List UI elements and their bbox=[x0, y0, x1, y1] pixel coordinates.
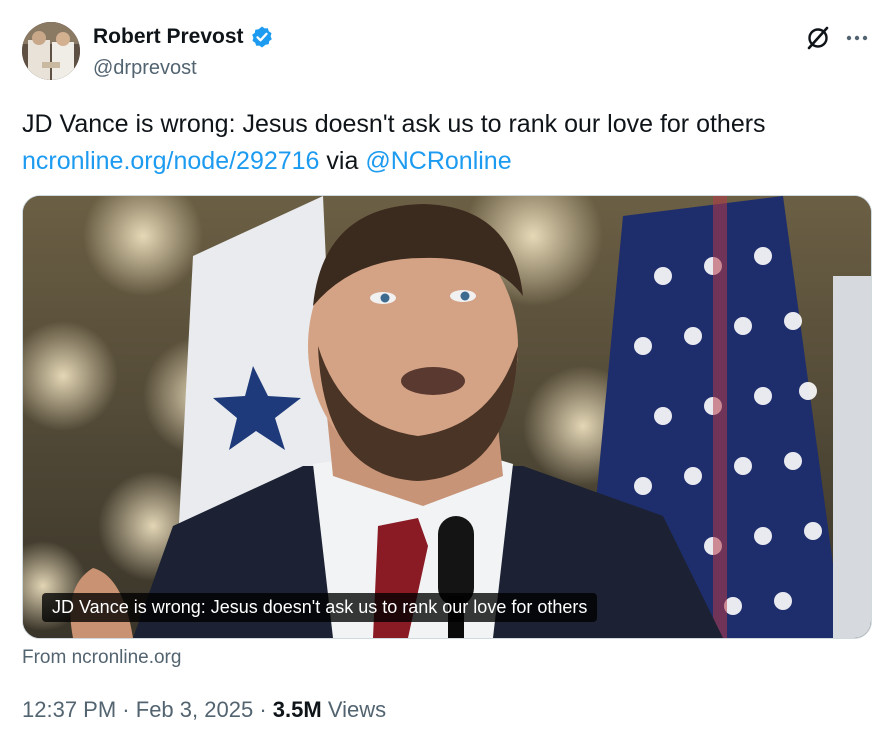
grok-icon[interactable] bbox=[804, 24, 832, 52]
via-text: via bbox=[326, 147, 359, 175]
author-handle[interactable]: @drprevost bbox=[93, 57, 197, 80]
meta-separator: · bbox=[259, 697, 267, 722]
tweet-text: JD Vance is wrong: Jesus doesn't ask us … bbox=[22, 106, 872, 180]
article-photo bbox=[23, 196, 871, 638]
tweet-headline: JD Vance is wrong: Jesus doesn't ask us … bbox=[22, 110, 766, 138]
tweet-meta: 12:37 PM · Feb 3, 2025 · 3.5M Views bbox=[22, 697, 386, 723]
tweet-link-row: ncronline.org/node/292716 via @NCRonline bbox=[22, 143, 872, 180]
views-count: 3.5M bbox=[272, 697, 322, 722]
mention-link[interactable]: @NCRonline bbox=[365, 147, 511, 175]
verified-badge-icon bbox=[251, 26, 272, 48]
link-card[interactable]: JD Vance is wrong: Jesus doesn't ask us … bbox=[22, 195, 872, 639]
card-caption: JD Vance is wrong: Jesus doesn't ask us … bbox=[42, 593, 598, 622]
article-link[interactable]: ncronline.org/node/292716 bbox=[22, 147, 319, 175]
tweet-date[interactable]: Feb 3, 2025 bbox=[136, 697, 253, 722]
more-icon[interactable] bbox=[843, 24, 871, 52]
tweet-time[interactable]: 12:37 PM bbox=[22, 697, 116, 722]
views-label: Views bbox=[327, 697, 387, 722]
author-name[interactable]: Robert Prevost bbox=[93, 25, 244, 49]
card-source[interactable]: From ncronline.org bbox=[22, 647, 181, 669]
meta-separator: · bbox=[122, 697, 130, 722]
author-name-row: Robert Prevost bbox=[93, 25, 274, 49]
avatar[interactable] bbox=[22, 22, 80, 80]
